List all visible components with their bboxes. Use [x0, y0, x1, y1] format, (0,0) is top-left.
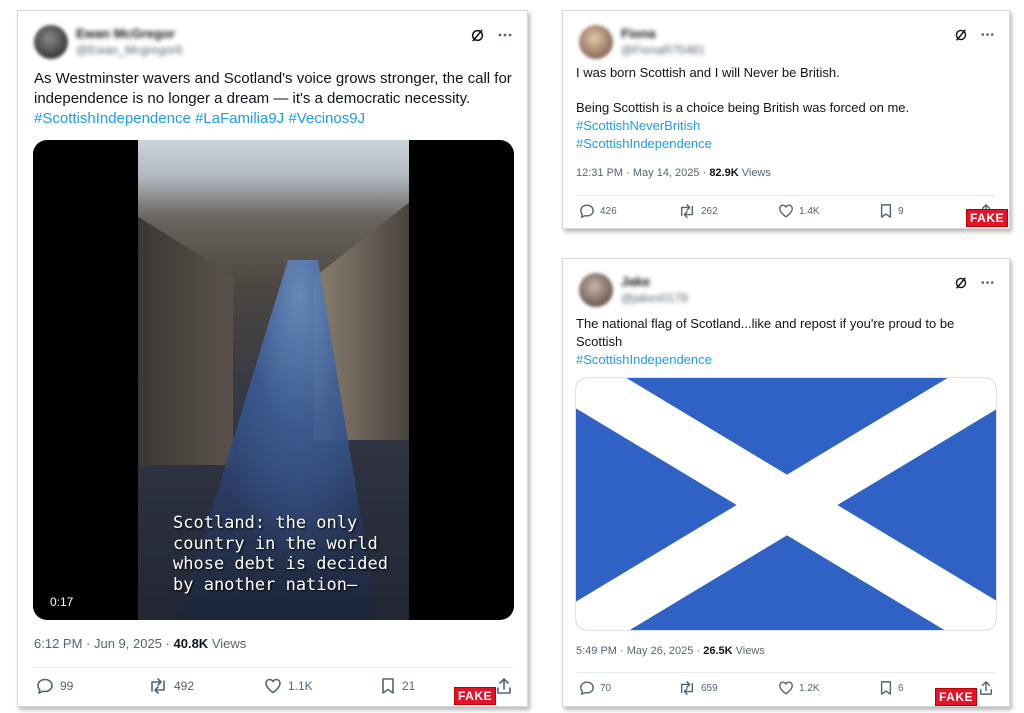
views-label: Views	[211, 636, 247, 651]
hashtag-link[interactable]: #Vecinos9J	[288, 110, 365, 127]
divider	[32, 667, 513, 668]
user-name[interactable]: Ewan McGregor	[76, 26, 175, 41]
action-bar: 426 262 1.4K 9	[579, 203, 993, 225]
video-duration: 0:17	[50, 595, 74, 609]
avatar[interactable]	[579, 273, 613, 307]
post-meta: 5:49 PM · May 26, 2025 · 26.5K Views	[576, 645, 765, 657]
repost-count: 262	[701, 205, 718, 217]
like-count: 1.4K	[799, 205, 820, 217]
reply-icon	[36, 677, 54, 695]
post-body-line-2: Being Scottish is a choice being British…	[576, 100, 910, 115]
bookmark-button[interactable]: 6	[879, 680, 904, 696]
avatar[interactable]	[34, 25, 68, 59]
post-header: Fiona @FionaR75481	[579, 23, 995, 59]
post-body-line-1: I was born Scottish and I will Never be …	[576, 65, 840, 80]
timestamp[interactable]: 12:31 PM · May 14, 2025	[576, 167, 700, 179]
post-card-3: Jake @jakex0178 The national flag of Sco…	[562, 258, 1010, 707]
fake-badge: FAKE	[935, 688, 978, 706]
repost-button[interactable]: 262	[678, 203, 718, 219]
hashtag-link[interactable]: #LaFamilia9J	[195, 110, 284, 127]
repost-button[interactable]: 659	[678, 680, 718, 696]
grok-icon[interactable]	[954, 276, 968, 290]
share-button[interactable]	[496, 677, 512, 695]
user-handle[interactable]: @jakex0178	[621, 291, 688, 305]
reply-count: 426	[600, 205, 617, 217]
reply-button[interactable]: 426	[579, 203, 617, 219]
bookmark-icon	[380, 677, 396, 695]
hashtag-link[interactable]: #ScottishNeverBritish	[576, 117, 995, 135]
post-text: The national flag of Scotland...like and…	[576, 315, 995, 369]
reply-count: 99	[60, 679, 74, 693]
flag-image[interactable]	[575, 377, 997, 631]
like-icon	[264, 677, 282, 695]
user-name[interactable]: Jake	[621, 274, 650, 289]
post-header: Ewan McGregor @Ewan_Mcgregor8	[34, 23, 513, 59]
fake-badge: FAKE	[966, 209, 1009, 227]
views-count: 82.9K	[709, 167, 739, 179]
bookmark-icon	[879, 680, 893, 696]
hashtag-link[interactable]: #ScottishIndependence	[576, 351, 995, 369]
video-subtitle: Scotland: the only country in the world …	[173, 513, 388, 595]
bookmark-button[interactable]: 9	[879, 203, 904, 219]
user-handle[interactable]: @FionaR75481	[621, 43, 705, 57]
post-body: As Westminster wavers and Scotland's voi…	[34, 70, 512, 107]
more-icon[interactable]	[980, 27, 995, 42]
user-handle[interactable]: @Ewan_Mcgregor8	[76, 43, 182, 57]
repost-count: 659	[701, 682, 718, 694]
post-text: I was born Scottish and I will Never be …	[576, 64, 995, 153]
views-label: Views	[735, 645, 765, 657]
like-button[interactable]: 1.2K	[778, 680, 820, 696]
like-icon	[778, 680, 794, 696]
action-bar: 70 659 1.2K 6	[579, 680, 993, 702]
bookmark-icon	[879, 203, 893, 219]
share-icon	[496, 677, 512, 695]
grok-icon[interactable]	[470, 28, 485, 43]
post-text: As Westminster wavers and Scotland's voi…	[34, 69, 513, 129]
like-count: 1.1K	[288, 679, 313, 693]
views-count: 26.5K	[703, 645, 733, 657]
like-count: 1.2K	[799, 682, 820, 694]
post-header: Jake @jakex0178	[579, 271, 995, 307]
views-label: Views	[741, 167, 771, 179]
bookmark-count: 21	[402, 679, 416, 693]
timestamp[interactable]: 5:49 PM · May 26, 2025	[576, 645, 693, 657]
repost-icon	[678, 680, 696, 696]
post-card-1: Ewan McGregor @Ewan_Mcgregor8 As Westmin…	[17, 10, 528, 707]
avatar[interactable]	[579, 25, 613, 59]
more-icon[interactable]	[980, 275, 995, 290]
grok-icon[interactable]	[954, 28, 968, 42]
divider	[577, 195, 995, 196]
repost-icon	[678, 203, 696, 219]
timestamp[interactable]: 6:12 PM · Jun 9, 2025	[34, 636, 162, 651]
like-button[interactable]: 1.4K	[778, 203, 820, 219]
post-meta: 12:31 PM · May 14, 2025 · 82.9K Views	[576, 167, 771, 179]
share-button[interactable]	[979, 680, 993, 696]
fake-badge: FAKE	[454, 687, 497, 705]
repost-button[interactable]: 492	[148, 677, 194, 695]
post-body: The national flag of Scotland...like and…	[576, 316, 955, 349]
bookmark-count: 6	[898, 682, 904, 694]
bookmark-button[interactable]: 21	[380, 677, 415, 695]
more-icon[interactable]	[497, 27, 513, 43]
like-icon	[778, 203, 794, 219]
reply-icon	[579, 680, 595, 696]
views-count: 40.8K	[173, 636, 209, 651]
share-icon	[979, 680, 993, 696]
post-card-2: Fiona @FionaR75481 I was born Scottish a…	[562, 10, 1010, 229]
reply-button[interactable]: 99	[36, 677, 73, 695]
repost-count: 492	[174, 679, 195, 693]
reply-count: 70	[600, 682, 612, 694]
reply-button[interactable]: 70	[579, 680, 611, 696]
repost-icon	[148, 677, 168, 695]
hashtag-link[interactable]: #ScottishIndependence	[34, 110, 191, 127]
hashtag-link[interactable]: #ScottishIndependence	[576, 135, 995, 153]
video-player[interactable]: Scotland: the only country in the world …	[33, 140, 514, 620]
reply-icon	[579, 203, 595, 219]
like-button[interactable]: 1.1K	[264, 677, 313, 695]
action-bar: 99 492 1.1K 21	[34, 677, 511, 699]
user-name[interactable]: Fiona	[621, 26, 656, 41]
post-meta: 6:12 PM · Jun 9, 2025 · 40.8K Views	[34, 636, 247, 651]
bookmark-count: 9	[898, 205, 904, 217]
divider	[577, 672, 995, 673]
